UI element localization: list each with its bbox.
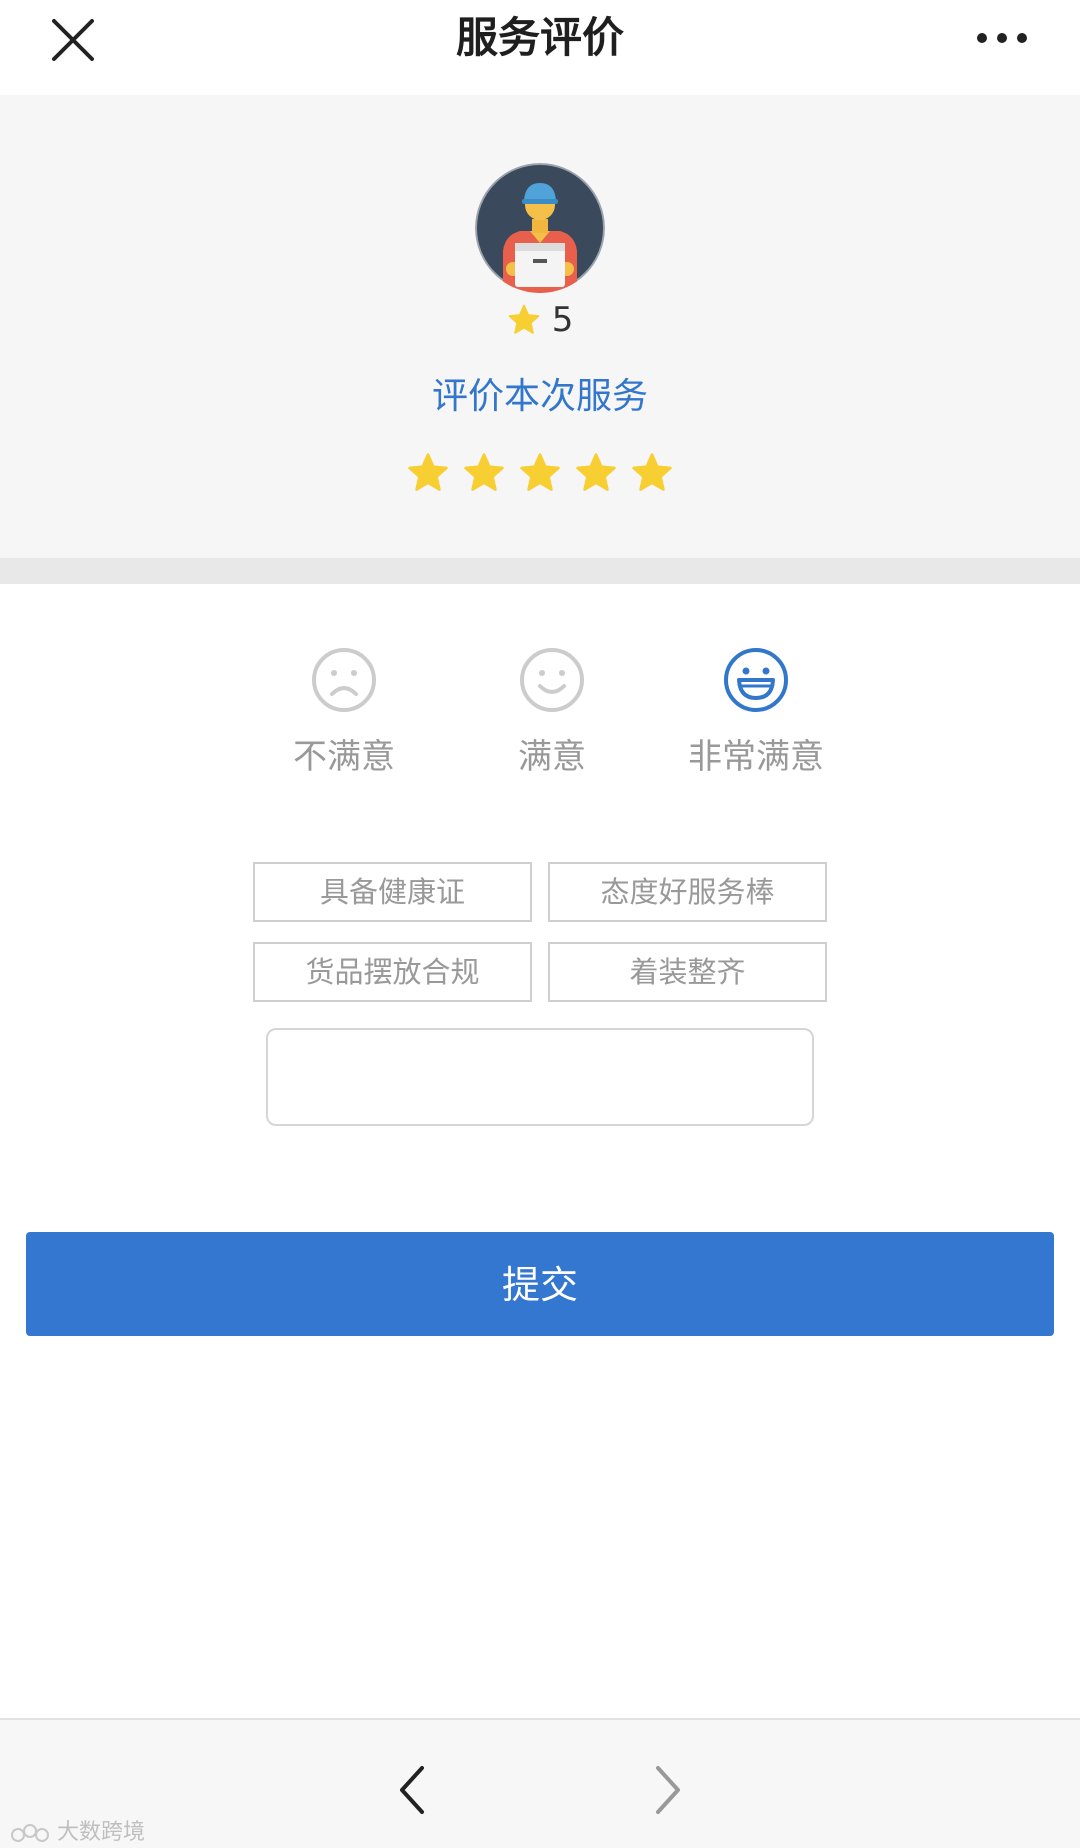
star-icon[interactable] (518, 451, 562, 495)
satisfaction-label: 非常满意 (688, 737, 824, 777)
rate-prompt: 评价本次服务 (431, 376, 648, 417)
section-divider (0, 558, 1080, 584)
star-icon[interactable] (462, 451, 506, 495)
satisfaction-option-satisfied[interactable]: 满意 (452, 646, 652, 780)
watermark: 大数跨境 (10, 1818, 145, 1848)
sad-face-icon (312, 648, 376, 712)
laugh-face-icon (724, 648, 788, 712)
watermark-text: 大数跨境 (57, 1820, 146, 1845)
tag-neat-dress[interactable]: 着装整齐 (548, 942, 827, 1002)
star-icon[interactable] (406, 451, 450, 495)
courier-rating: 5 (0, 300, 1080, 350)
satisfaction-label: 不满意 (293, 737, 395, 777)
star-icon[interactable] (574, 451, 618, 495)
satisfaction-label: 满意 (518, 737, 586, 777)
bottom-nav-bar: 大数跨境 (0, 1718, 1080, 1848)
top-bar: 服务评价 (0, 0, 1080, 95)
star-rating (0, 451, 1080, 501)
comment-input[interactable] (266, 1028, 814, 1126)
more-dots-icon[interactable] (972, 20, 1032, 56)
rating-value: 5 (551, 300, 574, 340)
satisfaction-options: 不满意 满意 非常满意 (0, 584, 1080, 824)
submit-button[interactable]: 提交 (26, 1232, 1054, 1336)
satisfaction-option-dissatisfied[interactable]: 不满意 (244, 646, 444, 780)
tag-goods-placement[interactable]: 货品摆放合规 (253, 942, 532, 1002)
courier-avatar (475, 163, 605, 293)
smile-face-icon (520, 648, 584, 712)
courier-header: 5 评价本次服务 (0, 95, 1080, 558)
tag-good-attitude[interactable]: 态度好服务棒 (548, 862, 827, 922)
tag-health-certificate[interactable]: 具备健康证 (253, 862, 532, 922)
star-icon[interactable] (630, 451, 674, 495)
star-icon (508, 304, 539, 334)
watermark-logo-icon (11, 1824, 49, 1842)
satisfaction-option-very-satisfied[interactable]: 非常满意 (656, 646, 856, 780)
chevron-right-icon[interactable] (646, 1760, 690, 1820)
chevron-left-icon[interactable] (390, 1760, 434, 1820)
page-title: 服务评价 (455, 13, 624, 62)
